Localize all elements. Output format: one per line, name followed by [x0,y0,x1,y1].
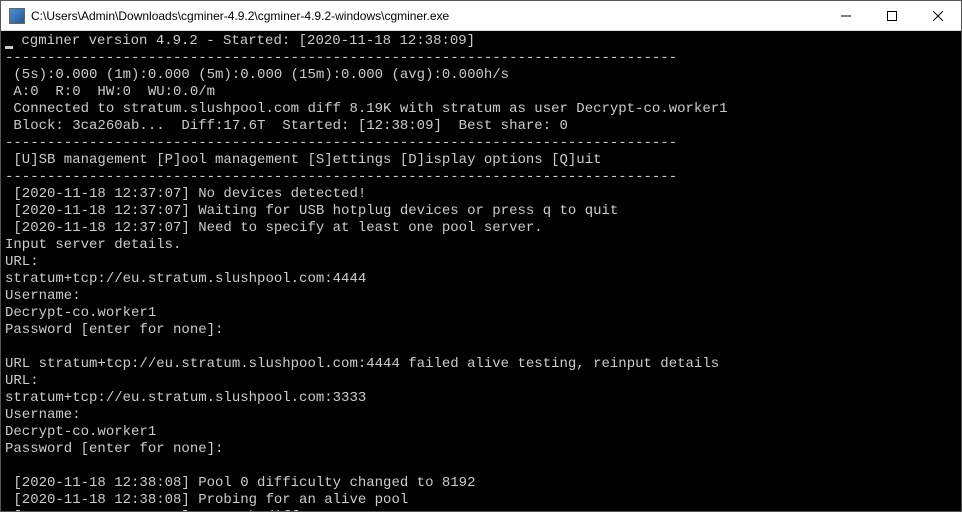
log-line: [2020-11-18 12:37:07] Need to specify at… [5,220,543,236]
separator: ----------------------------------------… [5,50,677,66]
window-title: C:\Users\Admin\Downloads\cgminer-4.9.2\c… [31,9,823,23]
close-button[interactable] [915,1,961,30]
url-label: URL: [5,373,39,389]
window-controls [823,1,961,30]
log-line: [2020-11-18 12:38:09] Network diff set t… [5,509,408,511]
minimize-button[interactable] [823,1,869,30]
url-label: URL: [5,254,39,270]
username-label: Username: [5,407,81,423]
header-line: cgminer version 4.9.2 - Started: [2020-1… [13,33,475,49]
input-prompt: Input server details. [5,237,181,253]
password-label: Password [enter for none]: [5,441,223,457]
username-value: Decrypt-co.worker1 [5,305,156,321]
separator: ----------------------------------------… [5,169,677,185]
minimize-icon [841,11,851,21]
hashrate-line: (5s):0.000 (1m):0.000 (5m):0.000 (15m):0… [5,67,509,83]
app-icon [9,8,25,24]
maximize-button[interactable] [869,1,915,30]
username-value: Decrypt-co.worker1 [5,424,156,440]
url-value: stratum+tcp://eu.stratum.slushpool.com:3… [5,390,366,406]
log-line: [2020-11-18 12:37:07] No devices detecte… [5,186,366,202]
counters-line: A:0 R:0 HW:0 WU:0.0/m [5,84,215,100]
menu-line: [U]SB management [P]ool management [S]et… [5,152,602,168]
blank-line [5,339,13,355]
cursor [5,46,13,49]
log-line: [2020-11-18 12:38:08] Probing for an ali… [5,492,408,508]
url-fail-line: URL stratum+tcp://eu.stratum.slushpool.c… [5,356,719,372]
connected-line: Connected to stratum.slushpool.com diff … [5,101,728,117]
log-line: [2020-11-18 12:37:07] Waiting for USB ho… [5,203,618,219]
log-line: [2020-11-18 12:38:08] Pool 0 difficulty … [5,475,475,491]
blank-line [5,458,13,474]
username-label: Username: [5,288,81,304]
close-icon [933,11,943,21]
url-value: stratum+tcp://eu.stratum.slushpool.com:4… [5,271,366,287]
block-line: Block: 3ca260ab... Diff:17.6T Started: [… [5,118,568,134]
separator: ----------------------------------------… [5,135,677,151]
maximize-icon [887,11,897,21]
terminal-output[interactable]: cgminer version 4.9.2 - Started: [2020-1… [1,31,961,511]
titlebar[interactable]: C:\Users\Admin\Downloads\cgminer-4.9.2\c… [1,1,961,31]
password-label: Password [enter for none]: [5,322,223,338]
